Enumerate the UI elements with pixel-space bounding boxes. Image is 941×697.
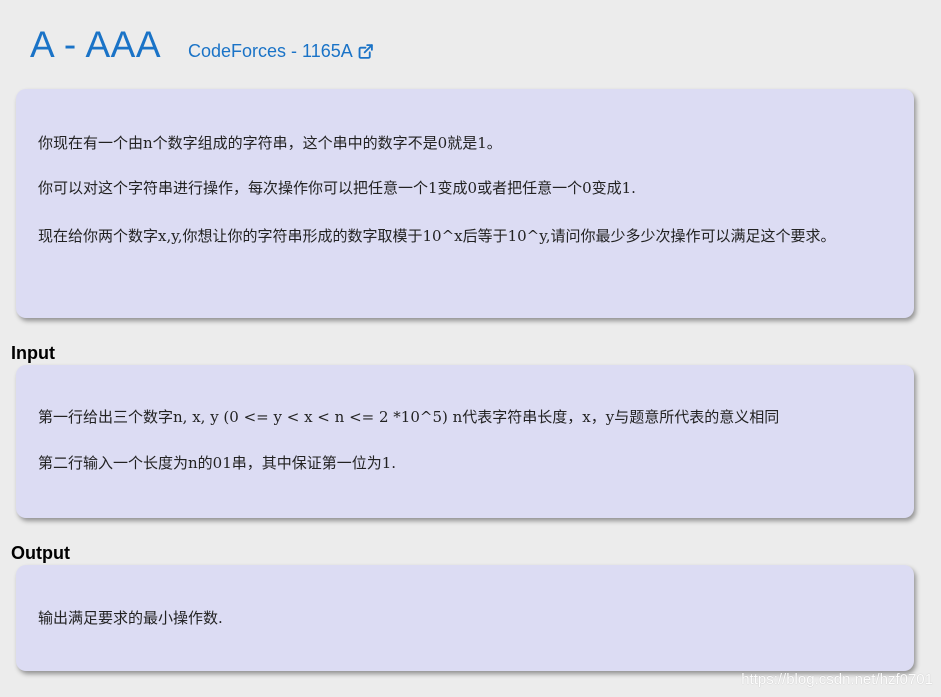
input-paragraph-1: 第一行给出三个数字n, x, y (0 <= y < x < n <= 2 *1… [38, 408, 780, 426]
output-paragraph-1: 输出满足要求的最小操作数. [38, 609, 223, 627]
watermark: https://blog.csdn.net/hzf0701 [741, 671, 933, 688]
input-card [16, 365, 914, 518]
source-link-label: CodeForces - 1165A [188, 41, 353, 61]
description-paragraph-2: 你可以对这个字符串进行操作，每次操作你可以把任意一个1变成0或者把任意一个0变成… [38, 179, 636, 197]
description-paragraph-3: 现在给你两个数字x,y,你想让你的字符串形成的数字取模于10^x后等于10^y,… [38, 227, 836, 245]
external-link-icon [358, 44, 373, 59]
page-title: A - AAA [30, 24, 162, 65]
description-paragraph-1: 你现在有一个由n个数字组成的字符串，这个串中的数字不是0就是1。 [38, 134, 502, 152]
input-paragraph-2: 第二行输入一个长度为n的01串，其中保证第一位为1. [38, 454, 397, 472]
source-link[interactable]: CodeForces - 1165A [188, 41, 374, 62]
problem-header: A - AAA CodeForces - 1165A [30, 24, 374, 66]
output-heading: Output [11, 543, 70, 563]
description-card [16, 89, 914, 318]
input-heading: Input [11, 343, 55, 363]
